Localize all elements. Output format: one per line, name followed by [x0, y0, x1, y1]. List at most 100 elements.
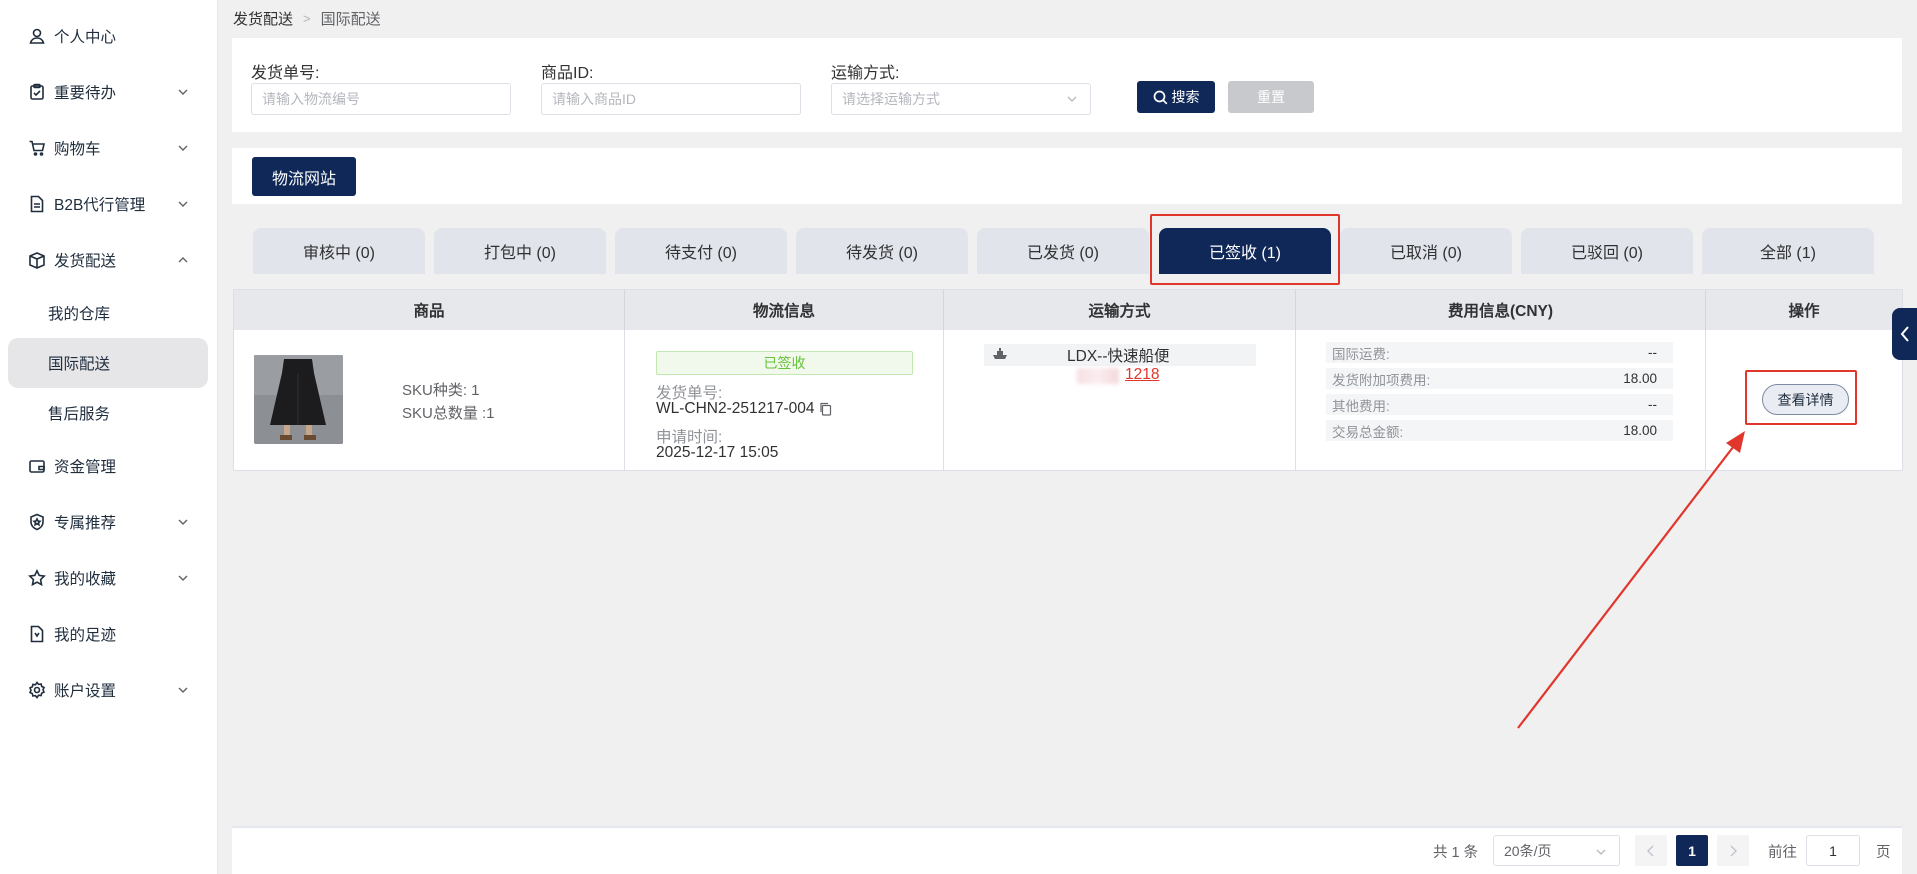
- order-no-input[interactable]: [251, 83, 511, 115]
- sidebar-item-label: 专属推荐: [54, 515, 117, 532]
- fee-row: 交易总金额: 18.00: [1326, 420, 1673, 441]
- tab-label: 全部 (1): [1759, 245, 1816, 262]
- tab-label: 已签收 (1): [1208, 245, 1281, 262]
- breadcrumb-item[interactable]: 发货配送: [233, 8, 293, 29]
- chevron-down-icon: [178, 201, 188, 207]
- next-page-button[interactable]: [1717, 835, 1749, 866]
- sidebar-subitem-label: 国际配送: [48, 356, 111, 373]
- reset-button[interactable]: 重置: [1228, 81, 1314, 113]
- sidebar-item-label: 账户设置: [54, 683, 117, 700]
- shipping-method-name: LDX--快速船便: [1067, 348, 1170, 365]
- tab-packing[interactable]: 打包中 (0): [434, 228, 606, 274]
- sidebar-item-cart[interactable]: 购物车: [8, 124, 208, 172]
- reset-button-label: 重置: [1257, 89, 1285, 105]
- sidebar-item-account[interactable]: 账户设置: [8, 666, 208, 714]
- ship-icon: [993, 348, 1007, 359]
- fee-label: 交易总金额:: [1332, 424, 1404, 440]
- fee-row: 发货附加项费用: 18.00: [1326, 368, 1673, 389]
- breadcrumb: 发货配送 > 国际配送: [233, 8, 381, 29]
- tab-signed[interactable]: 已签收 (1): [1159, 228, 1331, 274]
- sidebar-item-label: 个人中心: [54, 29, 117, 46]
- sidebar-item-label: 我的收藏: [54, 571, 117, 588]
- fee-label: 发货附加项费用:: [1332, 372, 1431, 388]
- copy-icon[interactable]: [819, 402, 832, 416]
- sidebar-item-label: B2B代行管理: [54, 197, 146, 214]
- document-icon: [28, 195, 46, 213]
- tab-pending-payment[interactable]: 待支付 (0): [615, 228, 787, 274]
- star-icon: [28, 569, 46, 587]
- status-badge: 已签收: [656, 351, 913, 375]
- sidebar-subitem-label: 我的仓库: [48, 306, 111, 323]
- product-id-input[interactable]: [541, 83, 801, 115]
- breadcrumb-current: 国际配送: [320, 11, 381, 28]
- fee-value: 18.00: [1623, 371, 1657, 386]
- view-details-button[interactable]: 查看详情: [1762, 384, 1849, 415]
- sidebar-item-label: 重要待办: [54, 85, 117, 102]
- footprint-icon: [28, 625, 46, 643]
- tab-cancelled[interactable]: 已取消 (0): [1340, 228, 1512, 274]
- box-icon: [28, 251, 46, 269]
- sidebar-item-b2b[interactable]: B2B代行管理: [8, 180, 208, 228]
- page-size-select[interactable]: 20条/页: [1493, 835, 1620, 866]
- sidebar: 个人中心 重要待办 购物车 B2B代行管理 发货配送 我的仓库 国际配送 售后服…: [0, 0, 218, 874]
- fee-cell: 国际运费: -- 发货附加项费用: 18.00 其他费用: -- 交易总金额: 18.0…: [1296, 330, 1706, 470]
- tab-label: 已发货 (0): [1026, 245, 1099, 262]
- logistics-site-label: 物流网站: [271, 170, 336, 188]
- action-cell: 查看详情: [1706, 330, 1902, 470]
- sidebar-item-funds[interactable]: 资金管理: [8, 442, 208, 490]
- tracking-number-link[interactable]: 1218: [1125, 366, 1159, 384]
- collapse-panel-toggle[interactable]: [1892, 308, 1917, 360]
- breadcrumb-separator-icon: >: [303, 11, 311, 26]
- shipping-method-label: 运输方式:: [831, 65, 900, 82]
- search-button[interactable]: 搜索: [1137, 81, 1215, 113]
- tab-rejected[interactable]: 已驳回 (0): [1521, 228, 1693, 274]
- sidebar-item-label: 发货配送: [54, 253, 117, 270]
- badge-icon: [28, 513, 46, 531]
- fee-row: 国际运费: --: [1326, 342, 1673, 363]
- goto-label: 前往: [1768, 845, 1797, 861]
- shipping-method-select[interactable]: 请选择运输方式: [831, 83, 1091, 115]
- tab-shipped[interactable]: 已发货 (0): [977, 228, 1149, 274]
- gear-icon: [28, 681, 46, 699]
- sidebar-subitem-label: 售后服务: [48, 406, 111, 423]
- prev-page-button[interactable]: [1635, 835, 1667, 866]
- chevron-down-icon: [178, 89, 188, 95]
- clipboard-icon: [28, 83, 46, 101]
- search-icon: [1153, 90, 1167, 104]
- tab-label: 待发货 (0): [845, 245, 918, 262]
- tab-pending-shipment[interactable]: 待发货 (0): [796, 228, 968, 274]
- sidebar-item-shipping[interactable]: 发货配送: [8, 236, 208, 284]
- page-suffix: 页: [1876, 845, 1891, 861]
- page-number-button[interactable]: 1: [1676, 835, 1708, 866]
- sidebar-item-todo[interactable]: 重要待办: [8, 68, 208, 116]
- tab-label: 打包中 (0): [483, 245, 556, 262]
- sidebar-item-recommend[interactable]: 专属推荐: [8, 498, 208, 546]
- column-header: 费用信息(CNY): [1296, 290, 1706, 330]
- fee-label: 其他费用:: [1332, 398, 1390, 414]
- user-icon: [28, 27, 46, 45]
- wallet-icon: [28, 457, 46, 475]
- sku-kinds: SKU种类: 1: [402, 382, 480, 399]
- sidebar-subitem-international[interactable]: 国际配送: [8, 338, 208, 388]
- tab-reviewing[interactable]: 审核中 (0): [253, 228, 425, 274]
- chevron-down-icon: [1596, 849, 1606, 855]
- tab-all[interactable]: 全部 (1): [1702, 228, 1874, 274]
- fee-row: 其他费用: --: [1326, 394, 1673, 415]
- logistics-site-button[interactable]: 物流网站: [252, 157, 356, 196]
- chevron-up-icon: [178, 257, 188, 263]
- goto-page-input[interactable]: [1806, 835, 1860, 866]
- sidebar-subitem-aftersales[interactable]: 售后服务: [8, 388, 208, 438]
- product-thumbnail[interactable]: [254, 355, 343, 444]
- sidebar-subitem-warehouse[interactable]: 我的仓库: [8, 288, 208, 338]
- sidebar-item-profile[interactable]: 个人中心: [8, 12, 208, 60]
- column-header: 运输方式: [944, 290, 1296, 330]
- sidebar-item-favorites[interactable]: 我的收藏: [8, 554, 208, 602]
- chevron-down-icon: [178, 687, 188, 693]
- chevron-right-icon: [1730, 845, 1737, 856]
- column-header: 商品: [234, 290, 625, 330]
- search-button-label: 搜索: [1171, 89, 1200, 105]
- sidebar-item-label: 资金管理: [54, 459, 117, 476]
- sidebar-item-footprints[interactable]: 我的足迹: [8, 610, 208, 658]
- column-header: 操作: [1788, 303, 1820, 320]
- sidebar-item-label: 购物车: [54, 141, 101, 158]
